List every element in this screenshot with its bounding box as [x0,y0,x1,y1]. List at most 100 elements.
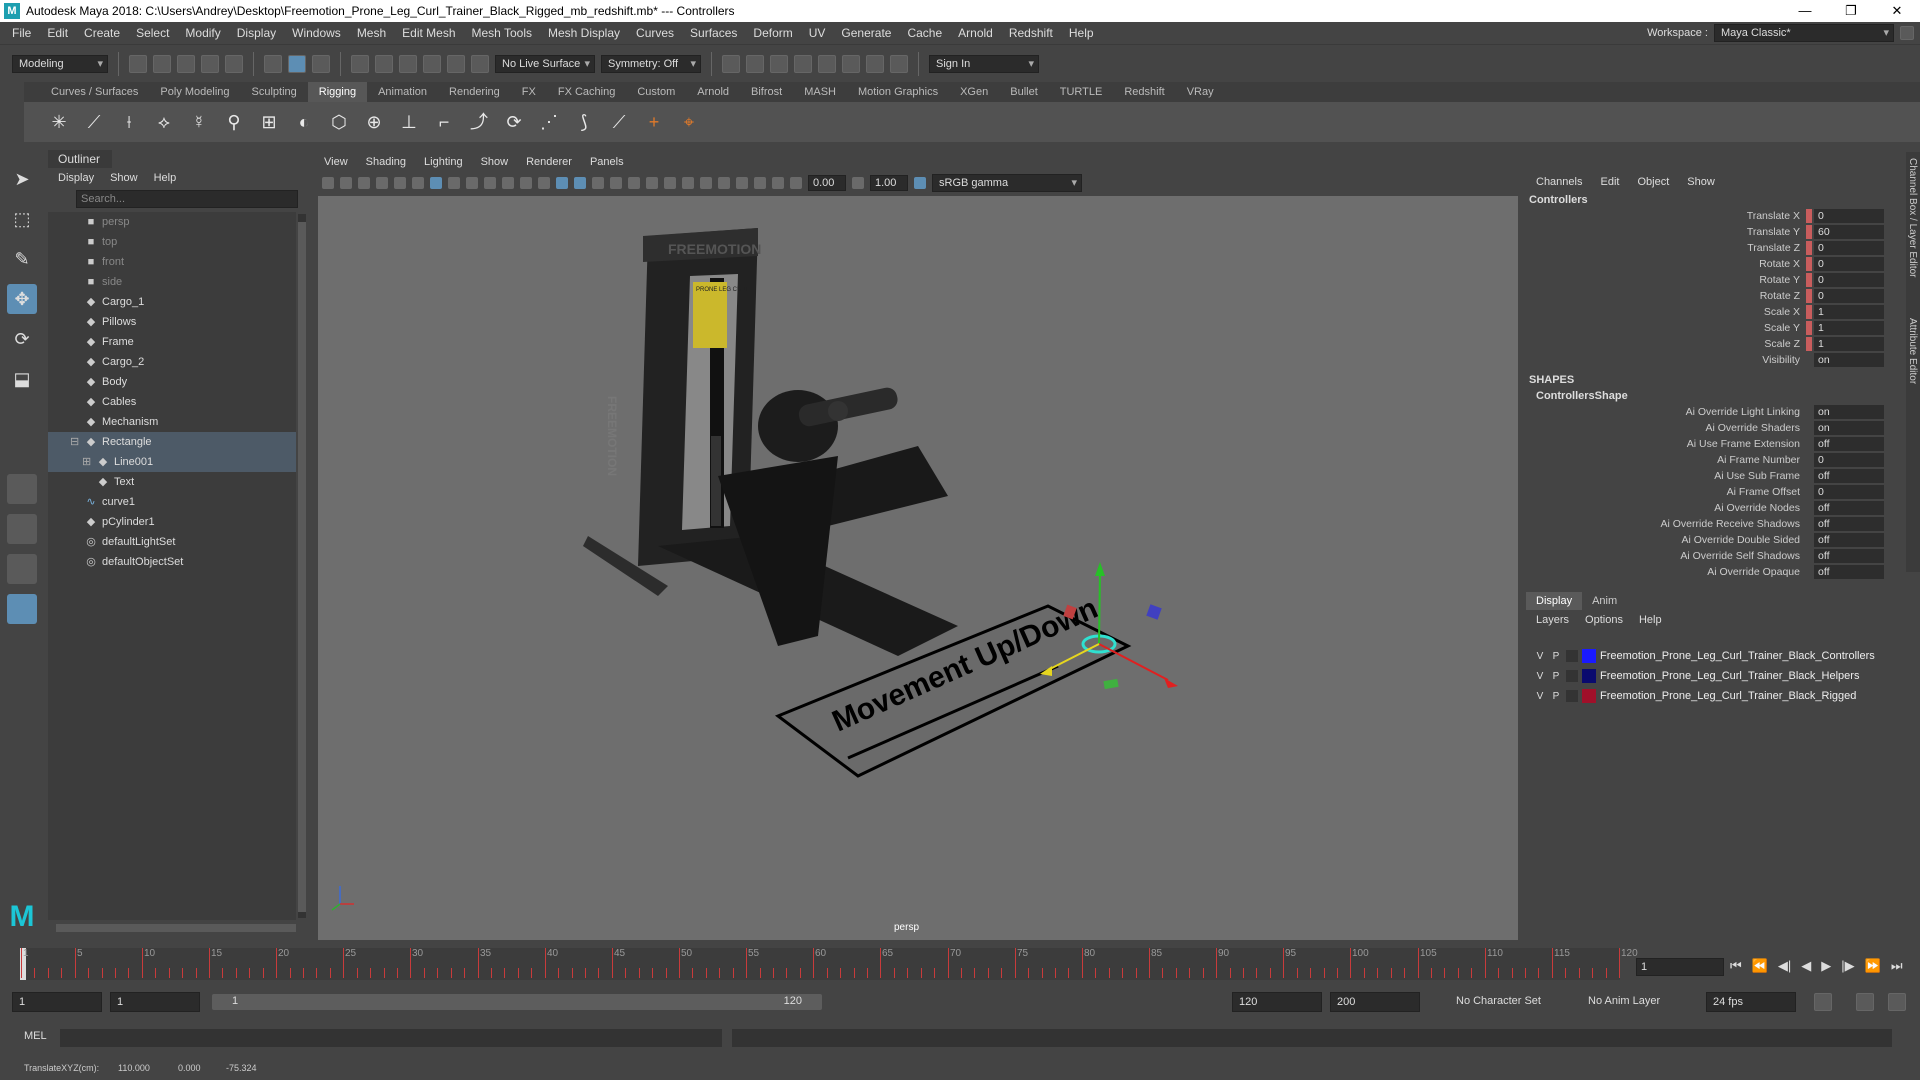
outliner-item[interactable]: ◆ Text [48,472,296,492]
gate-mask-icon[interactable] [484,177,496,189]
shelf-tab-turtle[interactable]: TURTLE [1049,86,1114,98]
select-component-icon[interactable] [312,54,330,73]
exposure-icon[interactable] [790,177,802,189]
playback-toggle[interactable]: P [1550,691,1562,702]
ik-spline-icon[interactable]: ⌐ [431,109,457,135]
attribute-value-input[interactable]: off [1814,565,1884,579]
attribute-value-input[interactable]: off [1814,533,1884,547]
shelf-tab-bifrost[interactable]: Bifrost [740,86,793,98]
shelf-tab-fx-caching[interactable]: FX Caching [547,86,626,98]
outliner-item[interactable]: ■ persp [48,212,296,232]
visibility-toggle[interactable]: V [1534,651,1546,662]
field-chart-icon[interactable] [502,177,514,189]
animation-end-input[interactable]: 200 [1330,992,1420,1012]
safe-action-icon[interactable] [520,177,532,189]
channel-row[interactable]: Scale Y 1 [1526,320,1906,336]
curve-warp-icon[interactable]: ⟳ [501,109,527,135]
outliner-item[interactable]: ◆ pCylinder1 [48,512,296,532]
shelf-tab-sculpting[interactable]: Sculpting [241,86,308,98]
outliner-item[interactable]: ◆ Frame [48,332,296,352]
snap-view-plane-icon[interactable] [423,54,441,73]
menu-surfaces[interactable]: Surfaces [682,26,745,40]
shelf-tab-redshift[interactable]: Redshift [1113,86,1175,98]
shadows-icon[interactable] [682,177,694,189]
character-set-dropdown[interactable]: No Character Set [1450,992,1570,1012]
channel-row[interactable]: Rotate X 0 [1526,256,1906,272]
symmetry-dropdown[interactable]: Symmetry: Off [601,54,701,73]
save-scene-icon[interactable] [177,54,195,73]
options-menu[interactable]: Options [1585,610,1623,630]
channel-value-input[interactable]: 0 [1814,273,1884,287]
menu-windows[interactable]: Windows [284,26,349,40]
ipr-render-icon[interactable] [770,54,788,73]
animation-start-input[interactable]: 1 [12,992,102,1012]
orient-joint-icon[interactable]: ⟡ [151,109,177,135]
playback-end-input[interactable]: 120 [1232,992,1322,1012]
snap-surface-icon[interactable] [447,54,465,73]
outliner-item-selected[interactable]: ⊟ ◆ Rectangle [48,432,296,452]
menu-edit[interactable]: Edit [39,26,76,40]
layer-row[interactable]: V P Freemotion_Prone_Leg_Curl_Trainer_Blac… [1526,686,1906,706]
default-material-icon[interactable] [592,177,604,189]
maximize-button[interactable]: ❐ [1828,0,1874,22]
go-to-start-button[interactable]: ⏮ [1730,958,1742,974]
depth-of-field-icon[interactable] [754,177,766,189]
shape-attribute-row[interactable]: Ai Override Nodes off [1526,500,1906,516]
shelf-tab-xgen[interactable]: XGen [949,86,999,98]
shelf-tab-rigging[interactable]: Rigging [307,82,368,102]
attribute-value-input[interactable]: off [1814,549,1884,563]
snap-point-icon[interactable] [399,54,417,73]
channel-row[interactable]: Rotate Y 0 [1526,272,1906,288]
layer-row[interactable]: V P Freemotion_Prone_Leg_Curl_Trainer_Blac… [1526,666,1906,686]
film-gate-icon[interactable] [448,177,460,189]
menu-create[interactable]: Create [76,26,128,40]
layers-menu[interactable]: Layers [1536,610,1569,630]
rotate-tool-icon[interactable]: ⟳ [7,324,37,354]
channels-menu[interactable]: Channels [1536,172,1582,192]
visibility-toggle[interactable]: V [1534,671,1546,682]
play-backwards-button[interactable]: ◀ [1801,958,1811,974]
scale-tool-icon[interactable]: ⬓ [7,364,37,394]
go-to-end-button[interactable]: ⏭ [1891,958,1903,974]
outliner-search-input[interactable]: Search... [76,190,298,208]
menu-display[interactable]: Display [229,26,284,40]
playback-start-input[interactable]: 1 [110,992,200,1012]
anti-aliasing-icon[interactable] [736,177,748,189]
undo-icon[interactable] [201,54,219,73]
camera-attributes-icon[interactable] [322,177,334,189]
menu-mesh-tools[interactable]: Mesh Tools [464,26,540,40]
shape-attribute-row[interactable]: Ai Override Light Linking on [1526,404,1906,420]
viewport-menu-renderer[interactable]: Renderer [526,152,572,172]
outliner-item[interactable]: ◎ defaultObjectSet [48,552,296,572]
outliner-item[interactable]: ◆ Cargo_2 [48,352,296,372]
bind-skin-icon[interactable]: ⊞ [256,109,282,135]
cluster-icon[interactable]: ⊕ [361,109,387,135]
menu-curves[interactable]: Curves [628,26,682,40]
menu-modify[interactable]: Modify [177,26,228,40]
ik-handle-icon[interactable]: ⊥ [396,109,422,135]
attribute-value-input[interactable]: off [1814,517,1884,531]
safe-title-icon[interactable] [538,177,550,189]
channel-value-input[interactable]: 0 [1814,257,1884,271]
channel-value-input[interactable]: 60 [1814,225,1884,239]
channel-row[interactable]: Translate X 0 [1526,208,1906,224]
close-button[interactable]: ✕ [1874,0,1920,22]
motion-blur-icon[interactable] [718,177,730,189]
attribute-value-input[interactable]: 0 [1814,453,1884,467]
outliner-horizontal-scrollbar[interactable] [56,924,296,932]
bookmark-icon[interactable] [358,177,370,189]
outliner-item[interactable]: ■ side [48,272,296,292]
menu-edit-mesh[interactable]: Edit Mesh [394,26,463,40]
shelf-tab-motion-graphics[interactable]: Motion Graphics [847,86,949,98]
locator-icon[interactable]: ⤴ [466,109,492,135]
channel-value-input[interactable]: 0 [1814,209,1884,223]
loop-icon[interactable] [1814,993,1832,1011]
attribute-value-input[interactable]: off [1814,469,1884,483]
use-all-lights-icon[interactable] [664,177,676,189]
collapse-icon[interactable]: ⊟ [70,432,79,452]
four-view-layout-icon[interactable] [7,514,37,544]
shelf-tab-mash[interactable]: MASH [793,86,847,98]
outliner-item[interactable]: ◆ Body [48,372,296,392]
shelf-tab-arnold[interactable]: Arnold [686,86,740,98]
outliner-item[interactable]: ◆ Cables [48,392,296,412]
